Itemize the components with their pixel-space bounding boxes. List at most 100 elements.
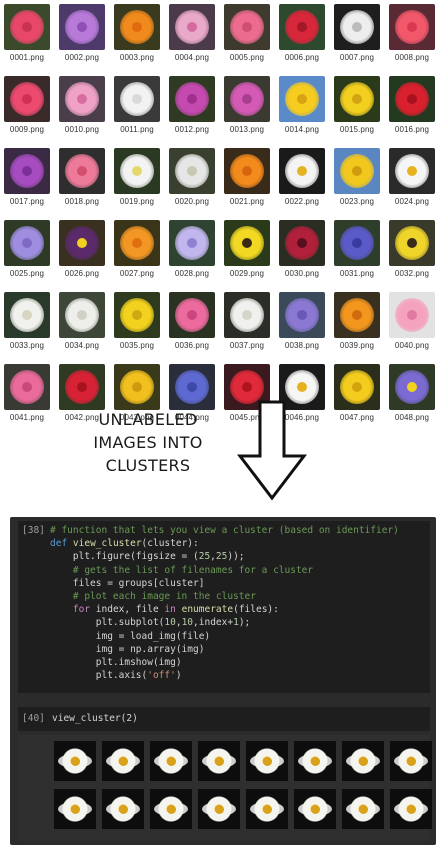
file-thumbnail bbox=[169, 76, 215, 122]
file-item[interactable]: 0004.png bbox=[167, 4, 217, 62]
file-thumbnail bbox=[389, 220, 435, 266]
file-name: 0005.png bbox=[229, 53, 265, 62]
file-name: 0029.png bbox=[229, 269, 265, 278]
file-item[interactable]: 0015.png bbox=[332, 76, 382, 134]
notebook-panel: [38] # function that lets you view a clu… bbox=[10, 517, 436, 845]
file-thumbnail bbox=[169, 292, 215, 338]
file-item[interactable]: 0048.png bbox=[387, 364, 437, 422]
file-item[interactable]: 0036.png bbox=[167, 292, 217, 350]
cell-output bbox=[18, 735, 432, 841]
file-name: 0036.png bbox=[174, 341, 210, 350]
file-item[interactable]: 0047.png bbox=[332, 364, 382, 422]
file-name: 0028.png bbox=[174, 269, 210, 278]
file-item[interactable]: 0030.png bbox=[277, 220, 327, 278]
file-thumbnail bbox=[334, 364, 380, 410]
file-thumbnail bbox=[279, 148, 325, 194]
file-thumbnail bbox=[114, 148, 160, 194]
file-item[interactable]: 0017.png bbox=[2, 148, 52, 206]
file-name: 0025.png bbox=[9, 269, 45, 278]
code-block: # function that lets you view a cluster … bbox=[50, 525, 399, 682]
transition-caption: UNLABELED IMAGES INTO CLUSTERS bbox=[78, 408, 218, 477]
file-item[interactable]: 0011.png bbox=[112, 76, 162, 134]
file-name: 0039.png bbox=[339, 341, 375, 350]
file-thumbnail bbox=[114, 4, 160, 50]
file-item[interactable]: 0014.png bbox=[277, 76, 327, 134]
file-item[interactable]: 0006.png bbox=[277, 4, 327, 62]
file-name: 0017.png bbox=[9, 197, 45, 206]
file-item[interactable]: 0034.png bbox=[57, 292, 107, 350]
file-item[interactable]: 0033.png bbox=[2, 292, 52, 350]
cluster-output-grid bbox=[54, 741, 432, 829]
file-thumbnail bbox=[334, 292, 380, 338]
file-item[interactable]: 0035.png bbox=[112, 292, 162, 350]
file-name: 0040.png bbox=[394, 341, 430, 350]
file-name: 0016.png bbox=[394, 125, 430, 134]
file-thumbnail bbox=[4, 364, 50, 410]
file-item[interactable]: 0010.png bbox=[57, 76, 107, 134]
file-thumbnail bbox=[59, 364, 105, 410]
file-item[interactable]: 0039.png bbox=[332, 292, 382, 350]
file-name: 0022.png bbox=[284, 197, 320, 206]
file-name: 0018.png bbox=[64, 197, 100, 206]
file-thumbnail-grid: 0001.png 0002.png 0003.png 0004.png 0005.png… bbox=[2, 4, 446, 422]
file-item[interactable]: 0025.png bbox=[2, 220, 52, 278]
file-thumbnail bbox=[389, 4, 435, 50]
file-name: 0027.png bbox=[119, 269, 155, 278]
file-name: 0037.png bbox=[229, 341, 265, 350]
file-item[interactable]: 0005.png bbox=[222, 4, 272, 62]
file-item[interactable]: 0013.png bbox=[222, 76, 272, 134]
file-thumbnail bbox=[4, 76, 50, 122]
file-item[interactable]: 0027.png bbox=[112, 220, 162, 278]
file-name: 0009.png bbox=[9, 125, 45, 134]
file-item[interactable]: 0003.png bbox=[112, 4, 162, 62]
cluster-image bbox=[246, 789, 288, 829]
file-item[interactable]: 0038.png bbox=[277, 292, 327, 350]
file-item[interactable]: 0019.png bbox=[112, 148, 162, 206]
file-item[interactable]: 0028.png bbox=[167, 220, 217, 278]
file-item[interactable]: 0040.png bbox=[387, 292, 437, 350]
file-item[interactable]: 0041.png bbox=[2, 364, 52, 422]
file-item[interactable]: 0018.png bbox=[57, 148, 107, 206]
cluster-image bbox=[342, 741, 384, 781]
file-name: 0019.png bbox=[119, 197, 155, 206]
file-item[interactable]: 0007.png bbox=[332, 4, 382, 62]
file-thumbnail bbox=[59, 220, 105, 266]
file-thumbnail bbox=[224, 4, 270, 50]
cluster-image bbox=[342, 789, 384, 829]
file-thumbnail bbox=[59, 4, 105, 50]
file-item[interactable]: 0026.png bbox=[57, 220, 107, 278]
file-item[interactable]: 0001.png bbox=[2, 4, 52, 62]
file-item[interactable]: 0023.png bbox=[332, 148, 382, 206]
file-item[interactable]: 0029.png bbox=[222, 220, 272, 278]
file-thumbnail bbox=[224, 76, 270, 122]
file-name: 0013.png bbox=[229, 125, 265, 134]
file-thumbnail bbox=[114, 220, 160, 266]
file-name: 0014.png bbox=[284, 125, 320, 134]
file-item[interactable]: 0012.png bbox=[167, 76, 217, 134]
file-item[interactable]: 0016.png bbox=[387, 76, 437, 134]
file-item[interactable]: 0002.png bbox=[57, 4, 107, 62]
file-item[interactable]: 0020.png bbox=[167, 148, 217, 206]
file-thumbnail bbox=[114, 364, 160, 410]
file-item[interactable]: 0031.png bbox=[332, 220, 382, 278]
file-thumbnail bbox=[334, 76, 380, 122]
file-item[interactable]: 0008.png bbox=[387, 4, 437, 62]
file-thumbnail bbox=[169, 148, 215, 194]
file-item[interactable]: 0022.png bbox=[277, 148, 327, 206]
file-thumbnail bbox=[334, 148, 380, 194]
cluster-image bbox=[150, 789, 192, 829]
file-item[interactable]: 0037.png bbox=[222, 292, 272, 350]
file-item[interactable]: 0009.png bbox=[2, 76, 52, 134]
file-thumbnail bbox=[4, 148, 50, 194]
file-name: 0048.png bbox=[394, 413, 430, 422]
file-name: 0026.png bbox=[64, 269, 100, 278]
file-name: 0032.png bbox=[394, 269, 430, 278]
file-thumbnail bbox=[169, 364, 215, 410]
file-item[interactable]: 0024.png bbox=[387, 148, 437, 206]
code-cell-view-cluster[interactable]: [38] # function that lets you view a clu… bbox=[18, 521, 430, 693]
file-item[interactable]: 0032.png bbox=[387, 220, 437, 278]
caption-line-2: IMAGES INTO bbox=[93, 433, 203, 452]
code-cell-call[interactable]: [40] view_cluster(2) bbox=[18, 707, 430, 731]
file-name: 0030.png bbox=[284, 269, 320, 278]
file-item[interactable]: 0021.png bbox=[222, 148, 272, 206]
